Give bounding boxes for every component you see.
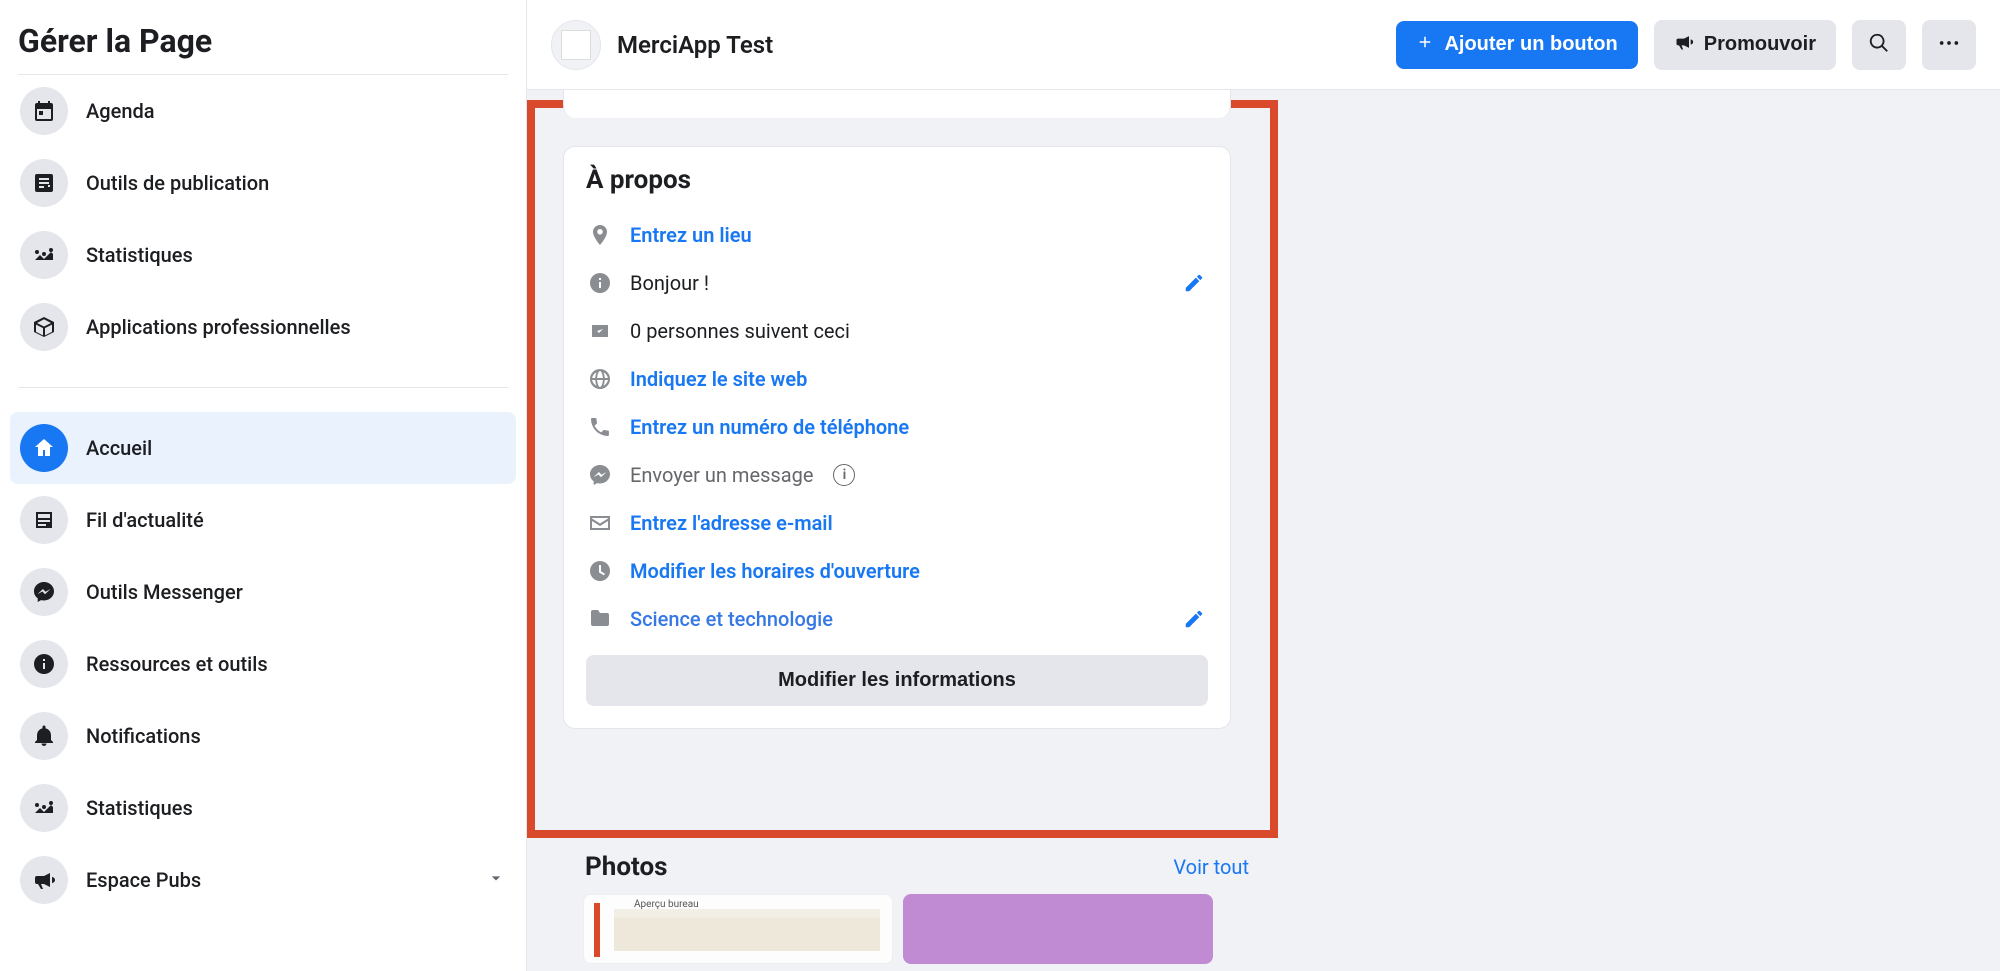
sidebar-item-agenda[interactable]: Agenda [10,75,516,147]
nav-label: Ressources et outils [86,652,268,676]
button-label: Promouvoir [1704,33,1816,56]
nav-label: Statistiques [86,243,193,267]
previous-card-stub [563,90,1231,118]
photo-grid: Aperçu bureau [583,894,1251,964]
email-link[interactable]: Entrez l'adresse e-mail [630,511,833,535]
nav-label: Statistiques [86,796,193,820]
category-link[interactable]: Science et technologie [630,607,833,631]
bell-icon [20,712,68,760]
info-icon [20,640,68,688]
about-row-location[interactable]: Entrez un lieu [586,211,1208,259]
publishing-icon [20,159,68,207]
page-title: MerciApp Test [617,31,773,59]
about-row-email[interactable]: Entrez l'adresse e-mail [586,499,1208,547]
photos-section: Photos Voir tout Aperçu bureau [583,848,1251,964]
apps-icon [20,303,68,351]
about-row-greeting: Bonjour ! [586,259,1208,307]
about-row-message[interactable]: Envoyer un message i [586,451,1208,499]
location-link[interactable]: Entrez un lieu [630,223,752,247]
folder-icon [586,605,614,633]
phone-link[interactable]: Entrez un numéro de téléphone [630,415,909,439]
globe-icon [586,365,614,393]
about-row-followers: 0 personnes suivent ceci [586,307,1208,355]
sidebar-item-resources[interactable]: Ressources et outils [10,628,516,700]
about-row-website[interactable]: Indiquez le site web [586,355,1208,403]
button-label: Ajouter un bouton [1444,33,1617,56]
edit-greeting-button[interactable] [1180,269,1208,297]
nav-label: Outils de publication [86,171,269,195]
about-row-phone[interactable]: Entrez un numéro de téléphone [586,403,1208,451]
nav-label: Fil d'actualité [86,508,204,532]
info-circle-icon [586,269,614,297]
about-row-category[interactable]: Science et technologie [586,595,1208,643]
promote-button[interactable]: Promouvoir [1654,20,1836,70]
sidebar: Gérer la Page Agenda Outils de publicati… [0,0,527,971]
sidebar-item-ads[interactable]: Espace Pubs [10,844,516,916]
photo-thumb[interactable]: Aperçu bureau [583,894,893,964]
search-icon [1868,32,1890,57]
page-avatar[interactable] [551,20,601,70]
stats-icon [20,231,68,279]
megaphone-icon [20,856,68,904]
sidebar-item-feed[interactable]: Fil d'actualité [10,484,516,556]
sidebar-item-business-apps[interactable]: Applications professionnelles [10,291,516,363]
followers-text: 0 personnes suivent ceci [630,319,850,343]
sidebar-item-notifications[interactable]: Notifications [10,700,516,772]
nav-label: Accueil [86,436,152,460]
main-content: À propos Entrez un lieu Bonjour ! 0 pers… [527,90,2000,971]
nav-label: Outils Messenger [86,580,243,604]
about-title: À propos [586,165,1208,195]
home-icon [20,424,68,472]
phone-icon [586,413,614,441]
edit-info-button[interactable]: Modifier les informations [586,655,1208,706]
add-button-button[interactable]: Ajouter un bouton [1396,21,1637,69]
sidebar-item-home[interactable]: Accueil [10,412,516,484]
sidebar-item-stats-lower[interactable]: Statistiques [10,772,516,844]
nav-label: Applications professionnelles [86,315,351,339]
greeting-text: Bonjour ! [630,271,709,295]
stats-icon [20,784,68,832]
website-link[interactable]: Indiquez le site web [630,367,807,391]
feed-icon [20,496,68,544]
messenger-icon [20,568,68,616]
more-button[interactable] [1922,20,1976,70]
see-all-link[interactable]: Voir tout [1173,855,1249,879]
messenger-icon [586,461,614,489]
plus-icon [1416,33,1434,57]
nav-label: Notifications [86,724,201,748]
thumb-label: Aperçu bureau [634,899,699,910]
about-row-hours[interactable]: Modifier les horaires d'ouverture [586,547,1208,595]
edit-category-button[interactable] [1180,605,1208,633]
calendar-icon [20,87,68,135]
email-icon [586,509,614,537]
photos-title: Photos [585,852,667,882]
info-tooltip-icon[interactable]: i [833,464,855,486]
megaphone-icon [1674,32,1694,58]
followers-icon [586,317,614,345]
hours-link[interactable]: Modifier les horaires d'ouverture [630,559,920,583]
photo-thumb[interactable] [903,894,1213,964]
chevron-down-icon [486,868,506,893]
clock-icon [586,557,614,585]
sidebar-title: Gérer la Page [10,14,516,74]
nav-label: Agenda [86,99,155,123]
sidebar-item-publishing-tools[interactable]: Outils de publication [10,147,516,219]
nav-label: Espace Pubs [86,868,201,892]
sidebar-item-stats-upper[interactable]: Statistiques [10,219,516,291]
search-button[interactable] [1852,20,1906,70]
more-icon [1938,32,1960,57]
message-link[interactable]: Envoyer un message [630,463,813,487]
sidebar-item-messenger[interactable]: Outils Messenger [10,556,516,628]
about-card: À propos Entrez un lieu Bonjour ! 0 pers… [563,146,1231,729]
page-header: MerciApp Test Ajouter un bouton Promouvo… [527,0,2000,90]
location-icon [586,221,614,249]
